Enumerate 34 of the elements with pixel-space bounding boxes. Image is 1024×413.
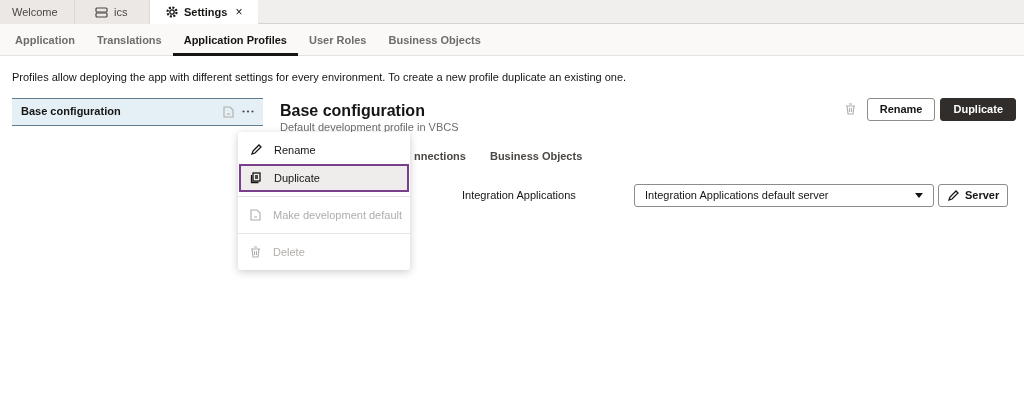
section-tab[interactable]: Translations xyxy=(85,24,173,56)
document-icon xyxy=(223,105,234,118)
duplicate-button[interactable]: Duplicate xyxy=(940,97,1016,121)
close-button[interactable]: × xyxy=(235,3,243,21)
menu-item: Delete xyxy=(239,238,409,266)
document-icon xyxy=(250,209,261,221)
profile-subtitle: Default development profile in VBCS xyxy=(280,120,459,134)
server-icon xyxy=(95,6,108,18)
menu-item[interactable]: Duplicate xyxy=(239,164,409,192)
section-tab[interactable]: User Roles xyxy=(298,24,378,56)
profile-item[interactable]: Base configuration xyxy=(12,97,263,126)
section-tab[interactable]: Application Profiles xyxy=(172,24,298,56)
caret-icon xyxy=(915,193,923,198)
editor-tab[interactable]: ics xyxy=(75,0,150,24)
rename-button[interactable]: Rename xyxy=(866,97,936,121)
server-button[interactable]: Server xyxy=(938,184,1009,207)
editor-tab[interactable]: Welcome xyxy=(0,0,75,24)
server-select[interactable]: Integration Applications default server xyxy=(634,184,934,207)
description-text: Profiles allow deploying the app with different settings for every environment. To create a new profile duplicate an existing one. xyxy=(12,70,628,85)
profile-tab[interactable]: Business Objects xyxy=(489,147,583,164)
section-tab[interactable]: Application xyxy=(4,24,86,56)
section-tab[interactable]: Business Objects xyxy=(377,24,492,56)
profile-tab[interactable]: nnections xyxy=(414,147,466,164)
gear-icon xyxy=(166,6,178,18)
menu-item: Make development default xyxy=(239,201,409,229)
copy-icon xyxy=(250,172,262,184)
profile-title: Base configuration xyxy=(280,100,426,121)
more-icon[interactable] xyxy=(242,110,254,113)
pencil-icon xyxy=(947,189,959,202)
setting-label: Integration Applications xyxy=(462,188,577,204)
trash-icon xyxy=(250,246,261,258)
menu-item[interactable]: Rename xyxy=(239,136,409,164)
editor-tab[interactable]: Settings × xyxy=(150,0,259,24)
pencil-icon xyxy=(250,144,262,156)
